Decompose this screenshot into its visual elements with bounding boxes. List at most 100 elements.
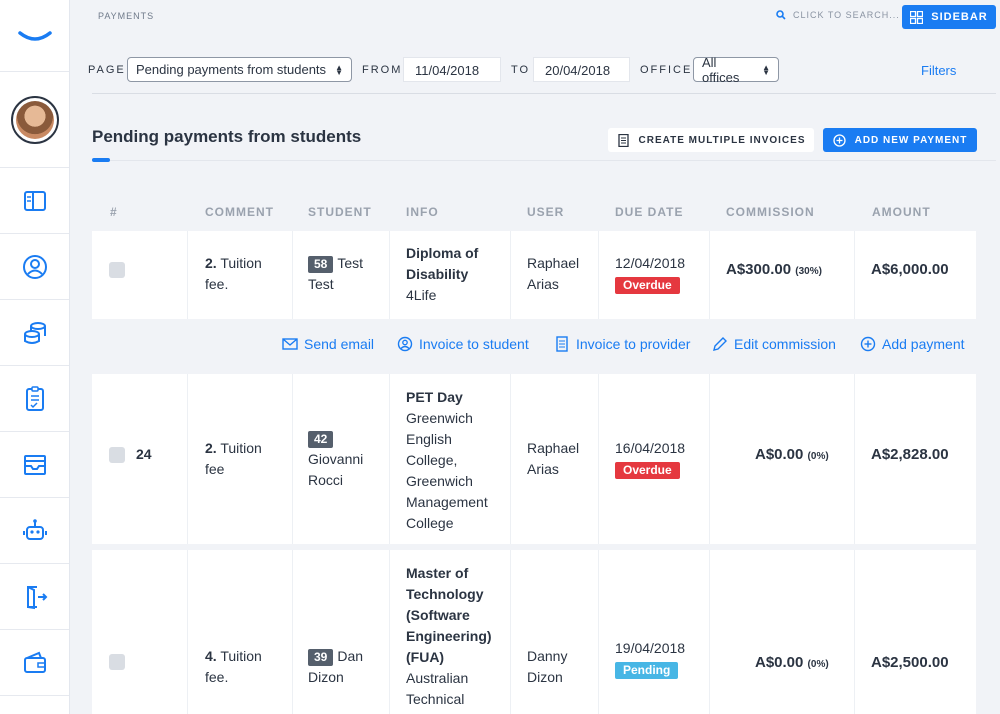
coins-icon xyxy=(23,321,46,344)
column-header-comment[interactable]: COMMENT xyxy=(205,205,274,219)
nav-payments[interactable] xyxy=(0,300,69,366)
dashboard-icon xyxy=(23,190,46,211)
add-new-payment-label: ADD NEW PAYMENT xyxy=(854,134,968,146)
select-arrows-icon: ▲ ▼ xyxy=(335,62,343,77)
checklist-icon xyxy=(25,385,44,411)
nav-logout[interactable] xyxy=(0,564,69,630)
comment-cell: 2. Tuition fee. xyxy=(205,255,262,292)
user-avatar[interactable] xyxy=(0,72,69,168)
row-checkbox[interactable] xyxy=(109,447,125,463)
table-row[interactable]: 2. Tuition fee. 58 Test Test Diploma of Disa… xyxy=(92,231,976,319)
student-id-badge: 39 xyxy=(308,649,334,666)
user-cell: Danny Dizon xyxy=(527,648,568,685)
table-row[interactable]: 24 2. Tuition fee 42 Giovanni Rocci PET Day… xyxy=(92,374,976,544)
status-badge: Pending xyxy=(615,662,679,679)
office-select[interactable]: All offices ▲ ▼ xyxy=(693,54,779,85)
column-header-user[interactable]: USER xyxy=(527,205,564,219)
wallet-icon xyxy=(23,651,46,673)
status-badge: Overdue xyxy=(615,277,680,294)
commission-cell[interactable]: A$0.00 (0%) xyxy=(755,654,829,671)
column-header-commission[interactable]: COMMISSION xyxy=(726,205,815,219)
plus-circle-icon xyxy=(860,336,876,352)
row-actions: Send email Invoice to student Invoice to… xyxy=(70,328,1000,358)
user-cell: Raphael Arias xyxy=(527,255,580,292)
nav-inbox[interactable] xyxy=(0,432,69,498)
page-title: Pending payments from students xyxy=(92,127,362,146)
user-cell: Raphael Arias xyxy=(527,440,580,477)
page-select-value: Pending payments from students xyxy=(136,62,327,77)
avatar xyxy=(10,95,59,144)
pencil-icon xyxy=(713,337,727,351)
to-date-input[interactable]: 20/04/2018 xyxy=(533,57,630,82)
search-label: CLICK TO SEARCH... xyxy=(793,10,900,20)
search-icon xyxy=(776,10,786,20)
nav-users[interactable] xyxy=(0,234,69,300)
title-accent xyxy=(92,158,110,162)
column-header-info[interactable]: INFO xyxy=(406,205,439,219)
add-new-payment-button[interactable]: ADD NEW PAYMENT xyxy=(823,128,977,152)
logout-icon xyxy=(26,585,47,609)
due-date-cell: 16/04/2018 Overdue xyxy=(615,440,686,479)
student-cell[interactable]: 39 Dan Dizon xyxy=(308,646,363,688)
info-cell: PET Day Greenwich English College, Greenwich… xyxy=(406,389,488,531)
from-date-input[interactable]: 11/04/2018 xyxy=(403,57,501,82)
table-row[interactable]: 4. Tuition fee. 39 Dan Dizon Master of Techn… xyxy=(92,550,976,714)
document-icon xyxy=(556,336,568,352)
column-header-student[interactable]: STUDENT xyxy=(308,205,372,219)
document-icon xyxy=(617,133,629,147)
send-email-action[interactable]: Send email xyxy=(282,336,374,352)
row-checkbox[interactable] xyxy=(109,654,125,670)
logo[interactable] xyxy=(0,0,69,72)
inbox-icon xyxy=(23,454,46,475)
invoice-to-provider-action[interactable]: Invoice to provider xyxy=(554,336,690,352)
edit-commission-action[interactable]: Edit commission xyxy=(712,336,836,352)
student-id-badge: 58 xyxy=(308,256,334,273)
invoice-to-student-action[interactable]: Invoice to student xyxy=(397,336,529,352)
comment-cell: 4. Tuition fee. xyxy=(205,648,262,685)
create-multiple-invoices-button[interactable]: CREATE MULTIPLE INVOICES xyxy=(608,128,814,152)
create-multiple-label: CREATE MULTIPLE INVOICES xyxy=(638,134,806,146)
user-icon xyxy=(22,254,47,279)
grid-icon xyxy=(910,10,924,24)
sidebar-button-label: SIDEBAR xyxy=(931,11,988,23)
office-label: OFFICE xyxy=(640,64,693,76)
nav-tasks[interactable] xyxy=(0,366,69,432)
row-checkbox[interactable] xyxy=(109,262,125,278)
filters-link[interactable]: Filters xyxy=(921,63,956,78)
amount-cell: A$6,000.00 xyxy=(871,261,949,278)
due-date-cell: 19/04/2018 Pending xyxy=(615,640,686,679)
envelope-icon xyxy=(282,338,298,350)
due-date-cell: 12/04/2018 Overdue xyxy=(615,255,686,294)
to-label: TO xyxy=(511,64,531,76)
plus-circle-icon xyxy=(832,133,846,147)
column-header-amount[interactable]: AMOUNT xyxy=(872,205,931,219)
info-cell: Diploma of Disability 4Life xyxy=(406,245,479,303)
sidebar-button[interactable]: SIDEBAR xyxy=(902,5,996,29)
student-cell[interactable]: 58 Test Test xyxy=(308,253,363,295)
office-select-value: All offices xyxy=(702,54,740,85)
student-id-badge: 42 xyxy=(308,431,334,448)
amount-cell: A$2,500.00 xyxy=(871,654,949,671)
page-label: PAGE xyxy=(88,64,126,76)
select-arrows-icon: ▲ ▼ xyxy=(762,62,770,77)
search-trigger[interactable]: CLICK TO SEARCH... xyxy=(776,10,900,20)
student-cell[interactable]: 42 Giovanni Rocci xyxy=(308,428,363,491)
add-payment-action[interactable]: Add payment xyxy=(860,336,965,352)
main-content: PAYMENTS CLICK TO SEARCH... SIDEBAR PAGE… xyxy=(70,0,1000,714)
user-circle-icon xyxy=(397,336,413,352)
commission-cell[interactable]: A$300.00 (30%) xyxy=(726,261,822,278)
amount-cell: A$2,828.00 xyxy=(871,446,949,463)
column-header-number: # xyxy=(110,205,118,219)
brand-logo-icon xyxy=(17,30,52,41)
top-bar: PAYMENTS CLICK TO SEARCH... SIDEBAR xyxy=(70,0,1000,34)
nav-wallet[interactable] xyxy=(0,630,69,696)
comment-cell: 2. Tuition fee xyxy=(205,440,262,477)
title-divider xyxy=(110,160,996,161)
nav-dashboard[interactable] xyxy=(0,168,69,234)
row-number: 24 xyxy=(136,446,152,462)
page-select[interactable]: Pending payments from students ▲ ▼ xyxy=(127,57,352,82)
commission-cell[interactable]: A$0.00 (0%) xyxy=(755,446,829,463)
nav-automation[interactable] xyxy=(0,498,69,564)
column-header-due-date[interactable]: DUE DATE xyxy=(615,205,683,219)
divider xyxy=(92,93,996,94)
